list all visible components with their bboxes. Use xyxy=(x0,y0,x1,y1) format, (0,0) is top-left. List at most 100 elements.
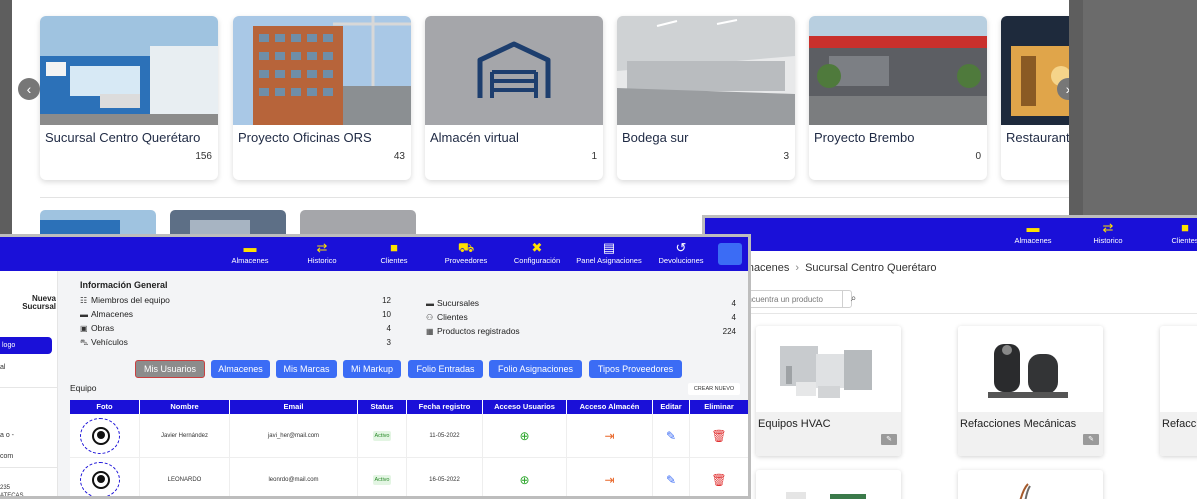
create-new-button[interactable]: CREAR NUEVO xyxy=(688,383,740,395)
info-value: 4 xyxy=(386,324,391,333)
info-branches: ▬ Sucursales xyxy=(426,298,480,308)
warehouse-photo xyxy=(233,16,411,125)
tab-folio-entradas[interactable]: Folio Entradas xyxy=(408,360,483,378)
status-badge: Activo xyxy=(372,475,392,485)
category-card[interactable] xyxy=(958,470,1103,499)
users-icon: ⚇ xyxy=(426,313,434,322)
category-card[interactable]: Refacciones Mecánicas ✎ xyxy=(958,326,1103,456)
sidebar-item: a o - xyxy=(0,432,15,439)
tab-tipos-proveedores[interactable]: Tipos Proveedores xyxy=(589,360,682,378)
sign-in-icon[interactable]: ⇥ xyxy=(604,473,614,487)
edit-icon[interactable]: ✎ xyxy=(1083,434,1099,445)
trash-icon[interactable]: 🗑 xyxy=(711,473,726,487)
warehouse-name: Sucursal Centro Querétaro xyxy=(45,130,201,145)
table-header: Foto Nombre Email Status Fecha registro … xyxy=(70,400,748,414)
category-card[interactable]: Equipos HVAC ✎ xyxy=(756,326,901,456)
sidebar-divider xyxy=(0,387,58,388)
warehouse-count: 43 xyxy=(393,151,405,162)
warehouse-name: Proyecto Brembo xyxy=(814,130,915,145)
briefcase-icon: ▣ xyxy=(80,324,88,333)
warehouse-card[interactable]: Almacén virtual 1 xyxy=(425,16,603,180)
nav-label: Devoluciones xyxy=(658,256,704,265)
warehouse-card[interactable]: Proyecto Oficinas ORS 43 xyxy=(233,16,411,180)
status-cell: Activo xyxy=(358,458,407,496)
warehouse-name: Restaurant xyxy=(1006,130,1069,145)
top-nav: ▬ Almacenes ⇄ Historico ■ Clientes ⛟ Pro… xyxy=(0,237,748,271)
category-footer: Refacciones xyxy=(1160,412,1197,456)
product-search-input[interactable]: Encuentra un producto xyxy=(739,290,852,308)
warehouse-access-cell: ⇥ xyxy=(567,414,653,458)
nav-devoluciones[interactable]: ↺ Devoluciones xyxy=(645,240,717,266)
swap-icon: ⇄ xyxy=(1102,220,1114,235)
avatar xyxy=(70,414,140,458)
category-photo xyxy=(958,326,1103,412)
nav-proveedores[interactable]: ⛟ Proveedores xyxy=(430,240,502,266)
user-email: javi_her@mail.com xyxy=(230,414,358,458)
column-header: Nombre xyxy=(140,400,230,414)
user-access-icon[interactable]: ⊕ xyxy=(519,473,529,487)
tab-mis-usuarios[interactable]: Mis Usuarios xyxy=(135,360,205,378)
warehouse-icon: ▬ xyxy=(80,310,88,319)
edit-icon[interactable]: ✎ xyxy=(666,429,676,443)
sidebar-item-logo[interactable]: logo xyxy=(0,337,52,354)
desktop: Sucursal Centro Querétaro 156 Proyecto O… xyxy=(0,0,1197,499)
tab-mis-marcas[interactable]: Mis Marcas xyxy=(276,360,337,378)
breadcrumb: Almacenes › Sucursal Centro Querétaro xyxy=(735,262,937,274)
warehouse-photo xyxy=(1001,16,1069,125)
nav-historico[interactable]: ⇄ Historico xyxy=(1073,220,1143,246)
nav-historico[interactable]: ⇄ Historico xyxy=(286,240,358,266)
category-card[interactable]: Refacciones xyxy=(1160,326,1197,456)
column-header: Acceso Almacén xyxy=(567,400,653,414)
sidebar-item[interactable]: al xyxy=(0,364,5,371)
category-card[interactable] xyxy=(756,470,901,499)
tab-folio-asignaciones[interactable]: Folio Asignaciones xyxy=(489,360,582,378)
user-name: Javier Hernández xyxy=(140,414,230,458)
user-access-icon[interactable]: ⊕ xyxy=(519,429,529,443)
warehouse-photo xyxy=(809,16,987,125)
nav-label: Proveedores xyxy=(444,256,488,265)
info-title: Información General xyxy=(80,280,168,290)
delete-cell: 🗑 xyxy=(690,458,748,496)
warehouse-icon: ▬ xyxy=(1026,220,1040,235)
warehouse-name: Proyecto Oficinas ORS xyxy=(238,130,372,145)
store-icon: ▬ xyxy=(426,299,434,308)
user-access-cell: ⊕ xyxy=(483,458,567,496)
status-badge: Activo xyxy=(372,431,392,441)
top-nav: ▬ Almacenes ⇄ Historico ■ Clientes xyxy=(705,218,1197,251)
profile-button[interactable] xyxy=(718,243,742,265)
nav-configuracion[interactable]: ✖ Configuración xyxy=(501,240,573,266)
warehouse-card[interactable]: Restaurant xyxy=(1001,16,1069,180)
chevron-right-icon: › xyxy=(795,262,800,274)
nav-almacenes[interactable]: ▬ Almacenes xyxy=(998,220,1068,246)
carousel-prev-button[interactable]: ‹ xyxy=(18,78,40,100)
undo-icon: ↺ xyxy=(675,240,687,255)
search-icon[interactable]: ⌕ xyxy=(842,290,864,308)
warehouse-card[interactable]: Bodega sur 3 xyxy=(617,16,795,180)
sign-in-icon[interactable]: ⇥ xyxy=(604,429,614,443)
column-header: Acceso Usuarios xyxy=(483,400,567,414)
category-footer: Refacciones Mecánicas ✎ xyxy=(958,412,1103,456)
nav-label: Almacenes xyxy=(231,256,269,265)
warehouse-card[interactable]: Sucursal Centro Querétaro 156 xyxy=(40,16,218,180)
nav-label: Historico xyxy=(1093,236,1123,245)
sidebar-item: ATECAS xyxy=(0,493,24,499)
warehouse-photo xyxy=(617,16,795,125)
warehouse-card[interactable]: Proyecto Brembo 0 xyxy=(809,16,987,180)
edit-icon[interactable]: ✎ xyxy=(881,434,897,445)
tab-mi-markup[interactable]: Mi Markup xyxy=(343,360,401,378)
warehouse-name: Almacén virtual xyxy=(430,130,519,145)
tab-almacenes[interactable]: Almacenes xyxy=(211,360,270,378)
warehouse-count: 0 xyxy=(975,151,981,162)
edit-cell: ✎ xyxy=(653,458,690,496)
nav-clientes[interactable]: ■ Clientes xyxy=(358,240,430,266)
catalog-window: ▬ Almacenes ⇄ Historico ■ Clientes Almac… xyxy=(702,215,1197,499)
nav-almacenes[interactable]: ▬ Almacenes xyxy=(214,240,286,266)
nav-panel-asignaciones[interactable]: ▤ Panel Asignaciones xyxy=(573,240,645,266)
warehouse-count: 156 xyxy=(195,151,212,162)
nav-clientes[interactable]: ■ Clientes xyxy=(1150,220,1197,246)
nav-label: Configuración xyxy=(513,256,561,265)
edit-cell: ✎ xyxy=(653,414,690,458)
edit-icon[interactable]: ✎ xyxy=(666,473,676,487)
user-icon: ■ xyxy=(1181,220,1189,235)
trash-icon[interactable]: 🗑 xyxy=(711,429,726,443)
